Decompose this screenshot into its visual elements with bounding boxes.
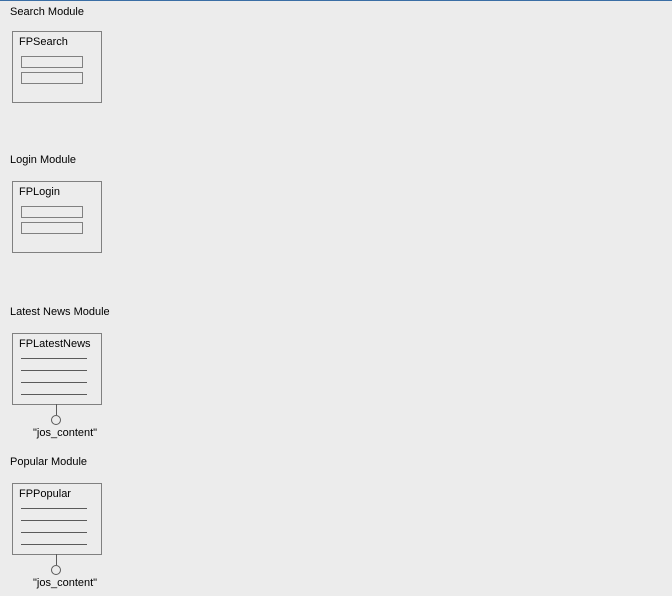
fpsearch-field-1 [21, 56, 83, 68]
fplatestnews-class-box[interactable]: FPLatestNews [12, 333, 102, 405]
fppopular-db-label: "jos_content" [33, 577, 97, 589]
fppopular-connector-circle [51, 565, 61, 575]
login-module-label: Login Module [8, 154, 78, 166]
fplatestnews-line-2 [21, 370, 87, 371]
fppopular-title: FPPopular [19, 488, 71, 500]
popular-module-group: Popular Module [8, 455, 89, 469]
fpsearch-class-box[interactable]: FPSearch [12, 31, 102, 103]
fpsearch-title: FPSearch [19, 36, 68, 48]
login-module-group: Login Module [8, 153, 78, 167]
fplatestnews-title: FPLatestNews [19, 338, 91, 350]
fppopular-line-4 [21, 544, 87, 545]
fplatestnews-connector-circle [51, 415, 61, 425]
fplogin-field-1 [21, 206, 83, 218]
fplogin-field-2 [21, 222, 83, 234]
fplatestnews-connector-line [56, 404, 57, 415]
fppopular-connector-line [56, 554, 57, 565]
fplogin-title: FPLogin [19, 186, 60, 198]
search-module-label: Search Module [8, 6, 86, 18]
fppopular-line-1 [21, 508, 87, 509]
latestnews-module-group: Latest News Module [8, 305, 112, 319]
fppopular-line-3 [21, 532, 87, 533]
fplatestnews-line-1 [21, 358, 87, 359]
fpsearch-field-2 [21, 72, 83, 84]
popular-module-label: Popular Module [8, 456, 89, 468]
latestnews-module-label: Latest News Module [8, 306, 112, 318]
diagram-canvas: Search Module FPSearch Login Module FPLo… [0, 0, 672, 596]
fppopular-line-2 [21, 520, 87, 521]
fplatestnews-line-4 [21, 394, 87, 395]
fplatestnews-db-label: "jos_content" [33, 427, 97, 439]
fplatestnews-line-3 [21, 382, 87, 383]
search-module-group: Search Module [8, 5, 86, 19]
fplogin-class-box[interactable]: FPLogin [12, 181, 102, 253]
fppopular-class-box[interactable]: FPPopular [12, 483, 102, 555]
